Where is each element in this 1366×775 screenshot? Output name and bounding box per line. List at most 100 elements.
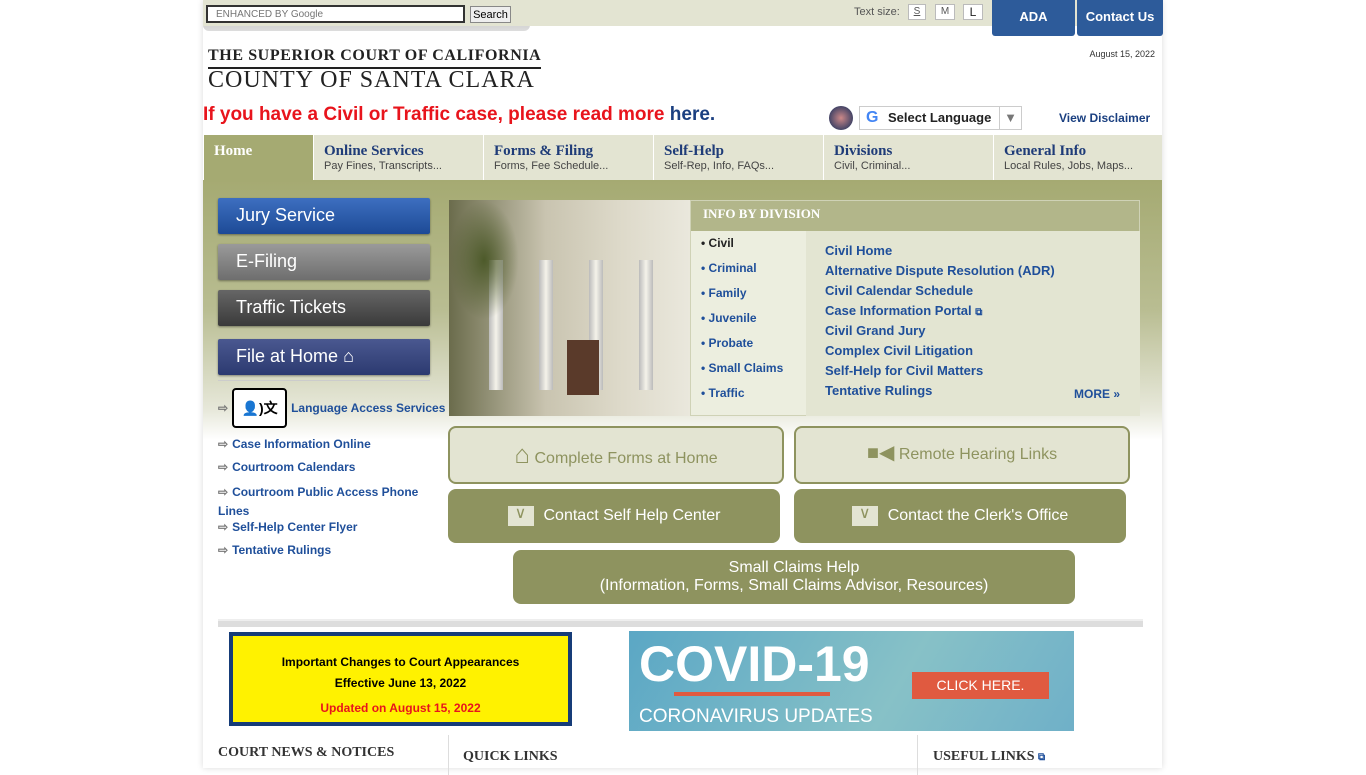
small-claims-help-button[interactable]: Small Claims Help (Information, Forms, Sm… — [513, 550, 1075, 604]
tab-title: Online Services — [324, 143, 424, 159]
language-access-icon: 👤)文 — [232, 388, 288, 428]
link-self-help-flyer[interactable]: ⇨ Self-Help Center Flyer — [218, 520, 357, 534]
view-disclaimer-link[interactable]: View Disclaimer — [1059, 111, 1150, 125]
info-by-division: INFO BY DIVISION • Civil • Criminal • Fa… — [690, 200, 1140, 416]
info-by-division-title: INFO BY DIVISION — [691, 201, 1139, 231]
file-at-home-button[interactable]: File at Home ⌂ — [218, 339, 430, 375]
division-traffic[interactable]: • Traffic — [701, 386, 745, 400]
tab-general-info[interactable]: General Info Local Rules, Jobs, Maps... — [993, 135, 1162, 181]
arrow-icon: ⇨ — [218, 401, 229, 415]
division-juvenile[interactable]: • Juvenile — [701, 311, 757, 325]
arrow-icon: ⇨ — [218, 485, 229, 499]
logo-line2[interactable]: COUNTY OF SANTA CLARA — [208, 67, 535, 94]
link-complex-civil[interactable]: Complex Civil Litigation — [825, 343, 973, 358]
contact-self-help-button[interactable]: ∨ Contact Self Help Center — [448, 489, 780, 543]
google-icon: G — [866, 109, 879, 126]
link-adr[interactable]: Alternative Dispute Resolution (ADR) — [825, 263, 1055, 278]
current-date: August 15, 2022 — [1089, 49, 1155, 59]
division-small-claims[interactable]: • Small Claims — [701, 361, 783, 375]
text-size-large[interactable]: L — [963, 4, 983, 20]
arrow-icon: ⇨ — [218, 520, 229, 534]
tab-subtitle: Forms, Fee Schedule... — [494, 160, 609, 172]
tab-title: Self-Help — [664, 143, 724, 159]
link-language-access[interactable]: ⇨ 👤)文 Language Access Services — [218, 388, 445, 428]
division-civil[interactable]: • Civil — [701, 236, 734, 250]
link-tentative-rulings-side[interactable]: ⇨ Tentative Rulings — [218, 543, 331, 557]
division-criminal[interactable]: • Criminal — [701, 261, 757, 275]
link-courtroom-phone-lines[interactable]: ⇨ Courtroom Public Access Phone Lines — [218, 483, 433, 521]
alert-link[interactable]: here. — [670, 104, 715, 125]
arrow-icon: ⇨ — [218, 437, 229, 451]
tab-subtitle: Self-Rep, Info, FAQs... — [664, 160, 775, 172]
main-nav: Home Online Services Pay Fines, Transcrip… — [203, 135, 1162, 181]
dropdown-arrow-icon: ▼ — [999, 107, 1017, 129]
tab-divisions[interactable]: Divisions Civil, Criminal... — [823, 135, 993, 181]
page: Text size: S M L ADA Contact Us THE SUPE… — [203, 0, 1163, 775]
home-icon: ⌂ — [514, 439, 531, 469]
language-label: Select Language — [888, 110, 992, 125]
link-civil-grand-jury[interactable]: Civil Grand Jury — [825, 323, 925, 338]
traffic-tickets-button[interactable]: Traffic Tickets — [218, 290, 430, 326]
jury-service-button[interactable]: Jury Service — [218, 198, 430, 234]
video-camera-icon: ■◀ — [866, 442, 895, 464]
court-news-heading: COURT NEWS & NOTICES — [218, 745, 395, 760]
tab-self-help[interactable]: Self-Help Self-Rep, Info, FAQs... — [653, 135, 823, 181]
link-self-help-civil[interactable]: Self-Help for Civil Matters — [825, 363, 983, 378]
tab-title: Home — [214, 143, 253, 159]
link-civil-calendar[interactable]: Civil Calendar Schedule — [825, 283, 973, 298]
search-input[interactable] — [206, 5, 465, 23]
link-courtroom-calendars[interactable]: ⇨ Courtroom Calendars — [218, 460, 355, 474]
link-case-info-portal[interactable]: Case Information Portal ⧉ — [825, 303, 982, 318]
ada-button[interactable]: ADA — [992, 0, 1075, 36]
tab-title: Divisions — [834, 143, 893, 159]
button-label: File at Home — [236, 346, 339, 366]
link-tentative-rulings[interactable]: Tentative Rulings — [825, 383, 932, 398]
tab-title: Forms & Filing — [494, 143, 594, 159]
main-panel: Jury Service E-Filing Traffic Tickets Fi… — [203, 180, 1162, 604]
useful-links-heading[interactable]: USEFUL LINKS ⧉ — [933, 749, 1045, 765]
contact-us-button[interactable]: Contact Us — [1077, 0, 1163, 36]
text-size-medium[interactable]: M — [935, 4, 955, 20]
tab-home[interactable]: Home — [203, 135, 313, 181]
remote-hearing-button[interactable]: ■◀ Remote Hearing Links — [794, 426, 1130, 484]
covid-subtitle: CORONAVIRUS UPDATES — [639, 706, 873, 727]
division-probate[interactable]: • Probate — [701, 336, 753, 350]
contact-clerk-button[interactable]: ∨ Contact the Clerk's Office — [794, 489, 1126, 543]
tab-online-services[interactable]: Online Services Pay Fines, Transcripts... — [313, 135, 483, 181]
external-link-icon: ⧉ — [1038, 752, 1046, 763]
tab-forms-filing[interactable]: Forms & Filing Forms, Fee Schedule... — [483, 135, 653, 181]
home-icon: ⌂ — [343, 346, 354, 366]
globe-icon — [829, 106, 853, 130]
tab-subtitle: Civil, Criminal... — [834, 160, 911, 172]
covid-banner[interactable]: COVID-19 CORONAVIRUS UPDATES CLICK HERE. — [629, 631, 1074, 731]
alert-text: If you have a Civil or Traffic case, ple… — [203, 104, 670, 125]
envelope-icon: ∨ — [507, 505, 534, 526]
tab-subtitle: Local Rules, Jobs, Maps... — [1004, 160, 1134, 172]
more-link[interactable]: MORE » — [1074, 387, 1120, 401]
divider — [218, 619, 1143, 627]
tab-subtitle: Pay Fines, Transcripts... — [324, 160, 442, 172]
text-size-small[interactable]: S — [908, 4, 926, 20]
covid-click-here: CLICK HERE. — [912, 672, 1049, 699]
alert-banner: If you have a Civil or Traffic case, ple… — [203, 104, 715, 126]
external-link-icon: ⧉ — [975, 307, 983, 318]
logo-line1[interactable]: THE SUPERIOR COURT OF CALIFORNIA — [208, 47, 542, 69]
link-case-information-online[interactable]: ⇨ Case Information Online — [218, 437, 371, 451]
notice-updated: Updated on August 15, 2022 — [320, 701, 481, 715]
quick-links-heading: QUICK LINKS — [463, 749, 558, 764]
language-select[interactable]: G Select Language ▼ — [859, 106, 1022, 130]
complete-forms-button[interactable]: ⌂ Complete Forms at Home — [448, 426, 784, 484]
link-civil-home[interactable]: Civil Home — [825, 243, 892, 258]
covid-title: COVID-19 — [639, 636, 870, 692]
notice-line: Effective June 13, 2022 — [334, 676, 467, 690]
arrow-icon: ⇨ — [218, 460, 229, 474]
notice-line: Important Changes to Court Appearances — [281, 655, 520, 669]
search-button[interactable]: Search — [470, 6, 511, 23]
envelope-icon: ∨ — [851, 505, 878, 526]
courthouse-image — [449, 200, 691, 416]
court-appearances-banner[interactable]: Important Changes to Court Appearances E… — [229, 632, 572, 726]
text-size-label: Text size: — [854, 6, 900, 18]
division-family[interactable]: • Family — [701, 286, 747, 300]
e-filing-button[interactable]: E-Filing — [218, 244, 430, 280]
tab-title: General Info — [1004, 143, 1087, 159]
